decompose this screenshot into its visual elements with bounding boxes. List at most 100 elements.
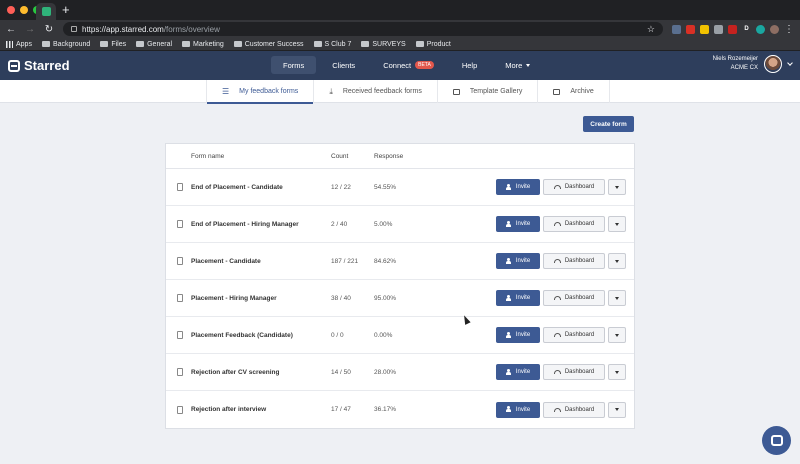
gauge-icon — [553, 185, 561, 189]
dashboard-button[interactable]: Dashboard — [543, 253, 605, 269]
user-name: Niels Rozemeijer — [712, 56, 758, 62]
tab-received-feedback-forms[interactable]: ⤓ Received feedback forms — [314, 80, 438, 103]
dashboard-button[interactable]: Dashboard — [543, 179, 605, 195]
beta-badge: BETA — [415, 61, 434, 69]
row-actions: Invite Dashboard — [496, 327, 626, 343]
table-row[interactable]: Rejection after interview 17 / 47 36.17%… — [166, 391, 634, 428]
more-options-button[interactable] — [608, 179, 626, 195]
folder-icon — [415, 41, 424, 47]
dashboard-button[interactable]: Dashboard — [543, 290, 605, 306]
address-bar[interactable]: https://app.starred.com/forms/overview ☆ — [63, 22, 663, 36]
form-count: 12 / 22 — [331, 183, 351, 191]
form-name[interactable]: End of Placement - Hiring Manager — [191, 221, 331, 228]
nav-clients[interactable]: Clients — [320, 56, 367, 74]
more-options-button[interactable] — [608, 290, 626, 306]
more-options-button[interactable] — [608, 216, 626, 232]
invite-button[interactable]: Invite — [496, 327, 540, 343]
bookmark-apps[interactable]: Apps — [6, 40, 32, 48]
gauge-icon — [553, 296, 561, 300]
form-response: 54.55% — [374, 183, 397, 191]
tab-archive[interactable]: Archive — [538, 80, 610, 103]
folder-icon — [41, 41, 50, 47]
bookmarks-bar: Apps Background Files General Marketing … — [0, 38, 800, 51]
form-name[interactable]: Placement - Candidate — [191, 258, 331, 265]
create-form-button[interactable]: Create form — [583, 116, 634, 132]
caret-down-icon — [615, 259, 619, 263]
form-name[interactable]: Placement - Hiring Manager — [191, 295, 331, 302]
chat-launcher-button[interactable] — [762, 426, 791, 455]
form-name[interactable]: Rejection after CV screening — [191, 369, 331, 376]
minimize-window-button[interactable] — [20, 6, 28, 14]
row-actions: Invite Dashboard — [496, 253, 626, 269]
bookmark-star-icon[interactable]: ☆ — [647, 24, 655, 35]
list-icon: ☰ — [222, 87, 230, 96]
table-row[interactable]: Rejection after CV screening 14 / 50 28.… — [166, 354, 634, 391]
invite-button[interactable]: Invite — [496, 179, 540, 195]
more-options-button[interactable] — [608, 253, 626, 269]
invite-button[interactable]: Invite — [496, 216, 540, 232]
table-row[interactable]: End of Placement - Hiring Manager 2 / 40… — [166, 206, 634, 243]
new-tab-button[interactable]: + — [62, 2, 70, 17]
extension-icon[interactable] — [728, 24, 737, 34]
browser-tab-bar: + — [0, 0, 800, 20]
forward-arrow-icon[interactable]: → — [25, 24, 35, 35]
more-options-button[interactable] — [608, 401, 626, 418]
bookmark-folder[interactable]: General — [136, 41, 172, 48]
nav-connect[interactable]: Connect BETA — [371, 56, 446, 74]
dashboard-button[interactable]: Dashboard — [543, 401, 605, 418]
reload-icon[interactable]: ↻ — [44, 24, 54, 35]
gauge-icon — [553, 259, 561, 263]
nav-help[interactable]: Help — [450, 56, 489, 74]
dashboard-button[interactable]: Dashboard — [543, 216, 605, 232]
invite-button[interactable]: Invite — [496, 364, 540, 380]
form-name[interactable]: End of Placement - Candidate — [191, 184, 331, 191]
extension-icon[interactable] — [756, 24, 765, 34]
bookmark-folder[interactable]: S Club 7 — [313, 41, 351, 48]
browser-menu-icon[interactable]: ⋮ — [784, 24, 794, 35]
document-icon — [176, 257, 183, 265]
extension-icon[interactable] — [714, 24, 723, 34]
sub-nav: ☰ My feedback forms ⤓ Received feedback fo… — [0, 80, 800, 104]
bookmark-folder[interactable]: SURVEYS — [361, 41, 406, 48]
form-name[interactable]: Rejection after interview — [191, 406, 331, 413]
app-header: Starred Forms Clients Connect BETA Help M… — [0, 51, 800, 80]
table-row[interactable]: Placement - Candidate 187 / 221 84.62% I… — [166, 243, 634, 280]
table-row[interactable]: End of Placement - Candidate 12 / 22 54.… — [166, 169, 634, 206]
document-icon — [176, 368, 183, 376]
back-arrow-icon[interactable]: ← — [6, 24, 16, 35]
invite-button[interactable]: Invite — [496, 401, 540, 418]
extension-icon[interactable] — [672, 24, 681, 34]
tab-template-gallery[interactable]: Template Gallery — [438, 80, 539, 103]
extension-icon[interactable] — [686, 24, 695, 34]
user-menu[interactable]: Niels Rozemeijer ACME CX — [712, 55, 793, 73]
table-row[interactable]: Placement Feedback (Candidate) 0 / 0 0.0… — [166, 317, 634, 354]
dashboard-button[interactable]: Dashboard — [543, 327, 605, 343]
invite-button[interactable]: Invite — [496, 290, 540, 306]
nav-forms[interactable]: Forms — [271, 56, 317, 74]
profile-avatar-icon[interactable] — [770, 24, 779, 34]
bookmark-folder[interactable]: Files — [100, 41, 126, 48]
invite-button[interactable]: Invite — [496, 253, 540, 269]
form-name[interactable]: Placement Feedback (Candidate) — [191, 332, 331, 339]
brand-logo[interactable]: Starred — [8, 58, 70, 73]
gallery-icon — [452, 88, 460, 95]
dashboard-button[interactable]: Dashboard — [543, 364, 605, 380]
folder-icon — [233, 41, 242, 47]
nav-more[interactable]: More — [493, 56, 542, 74]
extension-icon[interactable] — [700, 24, 709, 34]
more-options-button[interactable] — [608, 327, 626, 343]
archive-icon — [553, 88, 561, 95]
bookmark-folder[interactable]: Marketing — [182, 41, 224, 48]
close-window-button[interactable] — [7, 6, 15, 14]
browser-tab[interactable] — [36, 3, 56, 20]
table-row[interactable]: Placement - Hiring Manager 38 / 40 95.00… — [166, 280, 634, 317]
extension-icon[interactable]: D — [742, 24, 751, 34]
bookmark-folder[interactable]: Background — [41, 41, 90, 48]
bookmark-folder[interactable]: Product — [415, 41, 451, 48]
document-icon — [176, 183, 183, 191]
apps-grid-icon — [6, 40, 13, 48]
more-options-button[interactable] — [608, 364, 626, 380]
folder-icon — [100, 41, 109, 47]
tab-my-feedback-forms[interactable]: ☰ My feedback forms — [206, 80, 315, 104]
bookmark-folder[interactable]: Customer Success — [233, 41, 304, 48]
